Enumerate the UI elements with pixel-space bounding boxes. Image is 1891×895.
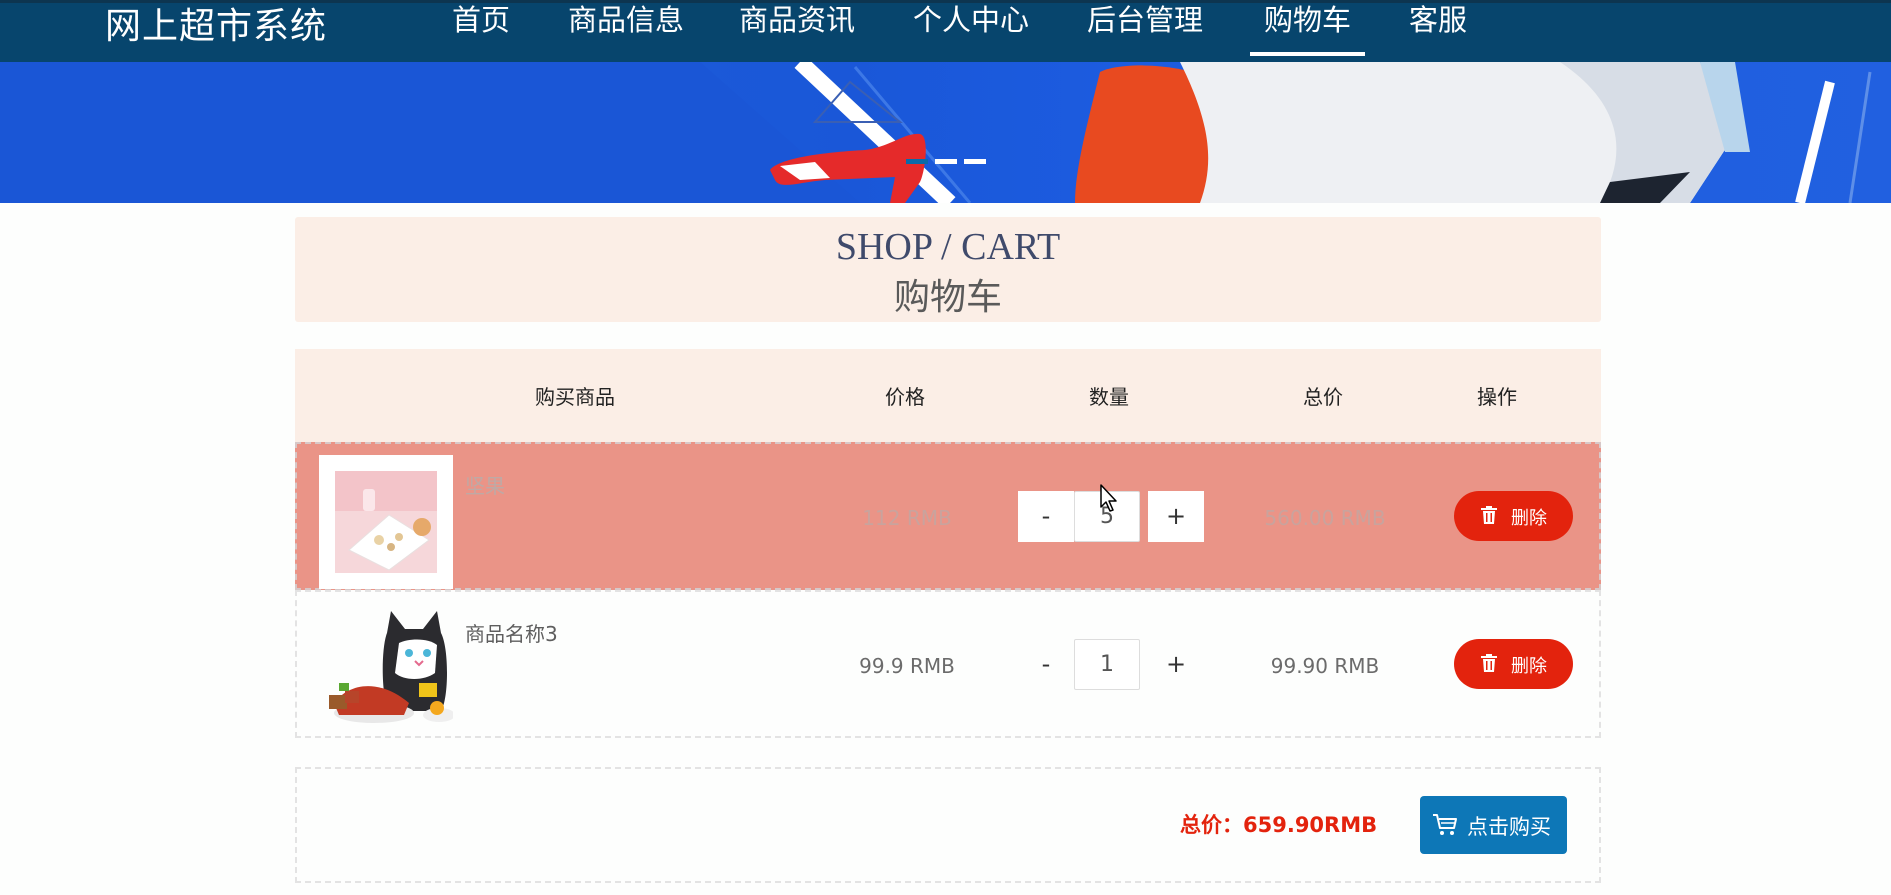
nav-item-service[interactable]: 客服 bbox=[1409, 0, 1467, 59]
cart-row[interactable]: 坚果 112 RMB - 5 + 560.00 RMB 删除 bbox=[295, 442, 1601, 590]
nav-item-cart[interactable]: 购物车 bbox=[1249, 0, 1366, 59]
nav-item-profile[interactable]: 个人中心 bbox=[913, 0, 1029, 59]
page-title-box: SHOP / CART 购物车 bbox=[295, 217, 1601, 322]
delete-label: 删除 bbox=[1511, 656, 1547, 677]
carousel-dot-2[interactable] bbox=[935, 159, 957, 164]
product-name[interactable]: 商品名称3 bbox=[465, 618, 558, 647]
header-total: 总价 bbox=[1303, 385, 1343, 409]
trash-icon bbox=[1481, 654, 1497, 672]
checkout-button[interactable]: 点击购买 bbox=[1420, 796, 1567, 854]
product-name[interactable]: 坚果 bbox=[465, 470, 505, 499]
product-price: 112 RMB bbox=[862, 506, 952, 530]
nav-item-home[interactable]: 首页 bbox=[452, 0, 510, 59]
shopping-cart-icon bbox=[1433, 814, 1457, 835]
nav-item-news[interactable]: 商品资讯 bbox=[739, 0, 855, 59]
banner-image bbox=[0, 62, 1872, 203]
top-nav: 网上超市系统 首页 商品信息 商品资讯 个人中心 后台管理 购物车 客服 bbox=[0, 0, 1891, 62]
header-quantity: 数量 bbox=[1089, 385, 1129, 409]
cart-total: 总价：659.90RMB bbox=[1180, 813, 1378, 837]
decrease-quantity-button[interactable]: - bbox=[1018, 491, 1074, 542]
page-title-zh: 购物车 bbox=[893, 277, 1002, 318]
delete-button[interactable]: 删除 bbox=[1454, 491, 1573, 541]
mouse-cursor-icon bbox=[1100, 484, 1117, 512]
header-price: 价格 bbox=[885, 385, 925, 409]
nav-item-products[interactable]: 商品信息 bbox=[568, 0, 684, 59]
product-price: 99.9 RMB bbox=[859, 654, 955, 678]
row-total: 99.90 RMB bbox=[1270, 654, 1380, 678]
cart-summary: 总价：659.90RMB 点击购买 bbox=[295, 767, 1601, 883]
header-action: 操作 bbox=[1477, 385, 1517, 409]
cart-table-header: 购买商品 价格 数量 总价 操作 bbox=[295, 349, 1601, 442]
site-brand[interactable]: 网上超市系统 bbox=[105, 0, 327, 49]
quantity-input[interactable]: 1 bbox=[1074, 639, 1140, 690]
nav-item-admin[interactable]: 后台管理 bbox=[1087, 0, 1203, 59]
product-thumbnail[interactable] bbox=[319, 455, 453, 589]
delete-label: 删除 bbox=[1511, 508, 1547, 529]
delete-button[interactable]: 删除 bbox=[1454, 639, 1573, 689]
quantity-stepper: - 1 + bbox=[1018, 639, 1204, 690]
checkout-label: 点击购买 bbox=[1467, 815, 1551, 839]
carousel-dot-3[interactable] bbox=[964, 159, 986, 164]
snack-dish-icon bbox=[319, 455, 453, 589]
product-thumbnail[interactable] bbox=[319, 603, 453, 737]
row-total: 560.00 RMB bbox=[1264, 506, 1386, 530]
increase-quantity-button[interactable]: + bbox=[1148, 639, 1204, 690]
banner-carousel[interactable] bbox=[0, 62, 1891, 203]
page-title-en: SHOP / CART bbox=[835, 226, 1061, 268]
trash-icon bbox=[1481, 506, 1497, 524]
carousel-dot-1[interactable] bbox=[906, 159, 928, 164]
cat-snack-bag-icon bbox=[329, 611, 453, 723]
header-product: 购买商品 bbox=[535, 385, 615, 409]
decrease-quantity-button[interactable]: - bbox=[1018, 639, 1074, 690]
increase-quantity-button[interactable]: + bbox=[1148, 491, 1204, 542]
cart-row[interactable]: 商品名称3 99.9 RMB - 1 + 99.90 RMB 删除 bbox=[295, 590, 1601, 738]
